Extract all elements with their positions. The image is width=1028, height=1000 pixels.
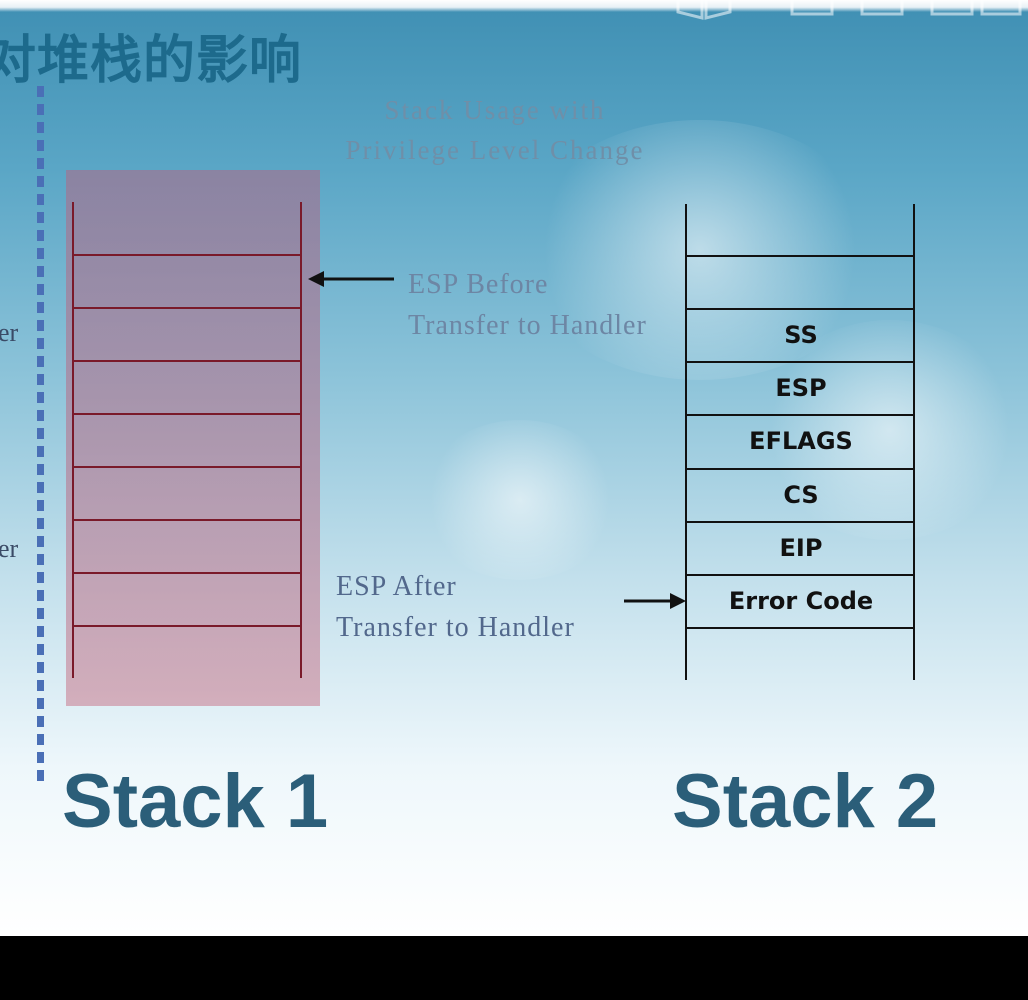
stack-cell-eflags: EFLAGS	[749, 427, 853, 455]
subtitle-line: Privilege Level Change	[345, 135, 645, 165]
stack-row-divider	[72, 466, 302, 468]
clipped-text-fragment: er	[0, 534, 19, 563]
stack-row-divider	[685, 627, 915, 629]
arrow-left-icon	[308, 271, 394, 287]
stack-row-divider	[72, 519, 302, 521]
stack2-caption: Stack 2	[672, 759, 939, 844]
stack-row-divider	[72, 625, 302, 627]
stack-row-divider	[72, 360, 302, 362]
esp-before-label: ESP Before Transfer to Handler	[408, 264, 647, 346]
stack-row-divider	[72, 307, 302, 309]
page-title: 对堆栈的影响	[0, 31, 303, 91]
stack-cell-error-code: Error Code	[728, 587, 874, 615]
esp-after-label: ESP After Transfer to Handler	[336, 566, 575, 648]
diagram-subtitle: Stack Usage with Privilege Level Change	[310, 90, 680, 170]
stack-cell-esp: ESP	[775, 374, 827, 402]
esp-after-line: Transfer to Handler	[336, 612, 575, 643]
stack-row-divider	[72, 413, 302, 415]
stack-cell-ss: SS	[784, 321, 818, 349]
video-letterbox-bar	[0, 936, 1028, 1000]
stack-row-divider	[685, 255, 915, 257]
arrow-right-icon	[624, 593, 686, 609]
subtitle-line: Stack Usage with	[384, 95, 606, 125]
stack1-diagram	[72, 202, 304, 678]
background-glow	[420, 420, 620, 580]
stack2-diagram: SS ESP EFLAGS CS EIP Error Code	[685, 204, 917, 680]
slide: 对堆栈的影响 er er Stack Usage with Privilege …	[0, 0, 1028, 936]
esp-before-line: ESP Before	[408, 269, 549, 300]
stack-row-divider	[72, 254, 302, 256]
clipped-text-fragment: er	[0, 318, 19, 347]
stack-cell-eip: EIP	[779, 534, 823, 562]
stack-cell-cs: CS	[783, 481, 819, 509]
esp-after-line: ESP After	[336, 571, 457, 602]
esp-before-line: Transfer to Handler	[408, 310, 647, 341]
stack1-caption: Stack 1	[62, 759, 329, 844]
stack-rail-right	[300, 202, 302, 678]
watermark-logo-icon	[676, 0, 1022, 20]
dashed-divider	[37, 86, 44, 786]
stack-row-divider	[72, 572, 302, 574]
stack-rail-left	[72, 202, 74, 678]
